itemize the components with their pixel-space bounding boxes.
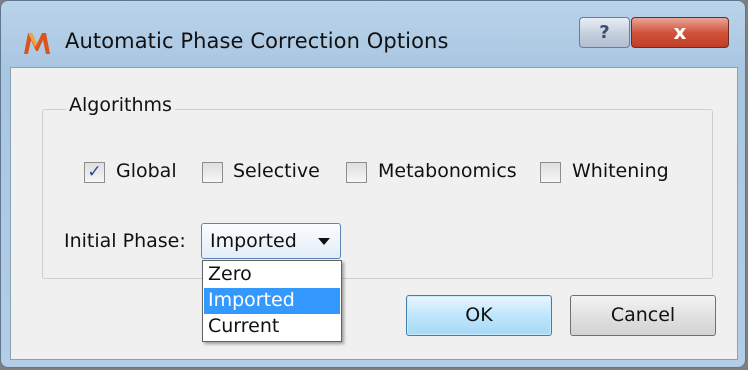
initial-phase-selected-value: Imported — [210, 230, 297, 252]
whitening-checkbox[interactable] — [540, 162, 561, 183]
checkmark-icon: ✓ — [87, 162, 102, 182]
dropdown-arrow-icon — [318, 238, 330, 245]
title-bar[interactable]: Automatic Phase Correction Options ? x — [1, 1, 745, 67]
initial-phase-dropdown-list: Zero Imported Current — [202, 260, 342, 342]
algorithms-group-title: Algorithms — [66, 94, 175, 116]
metabonomics-checkbox[interactable] — [346, 162, 367, 183]
metabonomics-label[interactable]: Metabonomics — [378, 160, 517, 182]
dropdown-option-current[interactable]: Current — [204, 314, 340, 340]
dropdown-option-zero[interactable]: Zero — [204, 262, 340, 288]
window-title: Automatic Phase Correction Options — [65, 29, 449, 53]
whitening-label[interactable]: Whitening — [572, 160, 669, 182]
ok-button[interactable]: OK — [406, 295, 552, 336]
help-button[interactable]: ? — [579, 17, 630, 48]
initial-phase-combobox[interactable]: Imported — [201, 223, 341, 259]
close-button[interactable]: x — [631, 17, 729, 48]
initial-phase-label: Initial Phase: — [64, 230, 186, 252]
selective-checkbox[interactable] — [202, 162, 223, 183]
dropdown-option-imported[interactable]: Imported — [204, 288, 340, 314]
algorithms-groupbox — [42, 109, 713, 279]
selective-label[interactable]: Selective — [233, 160, 320, 182]
global-checkbox[interactable]: ✓ — [84, 162, 105, 183]
app-logo-icon — [24, 33, 50, 54]
cancel-button[interactable]: Cancel — [570, 295, 716, 336]
global-label[interactable]: Global — [116, 160, 177, 182]
